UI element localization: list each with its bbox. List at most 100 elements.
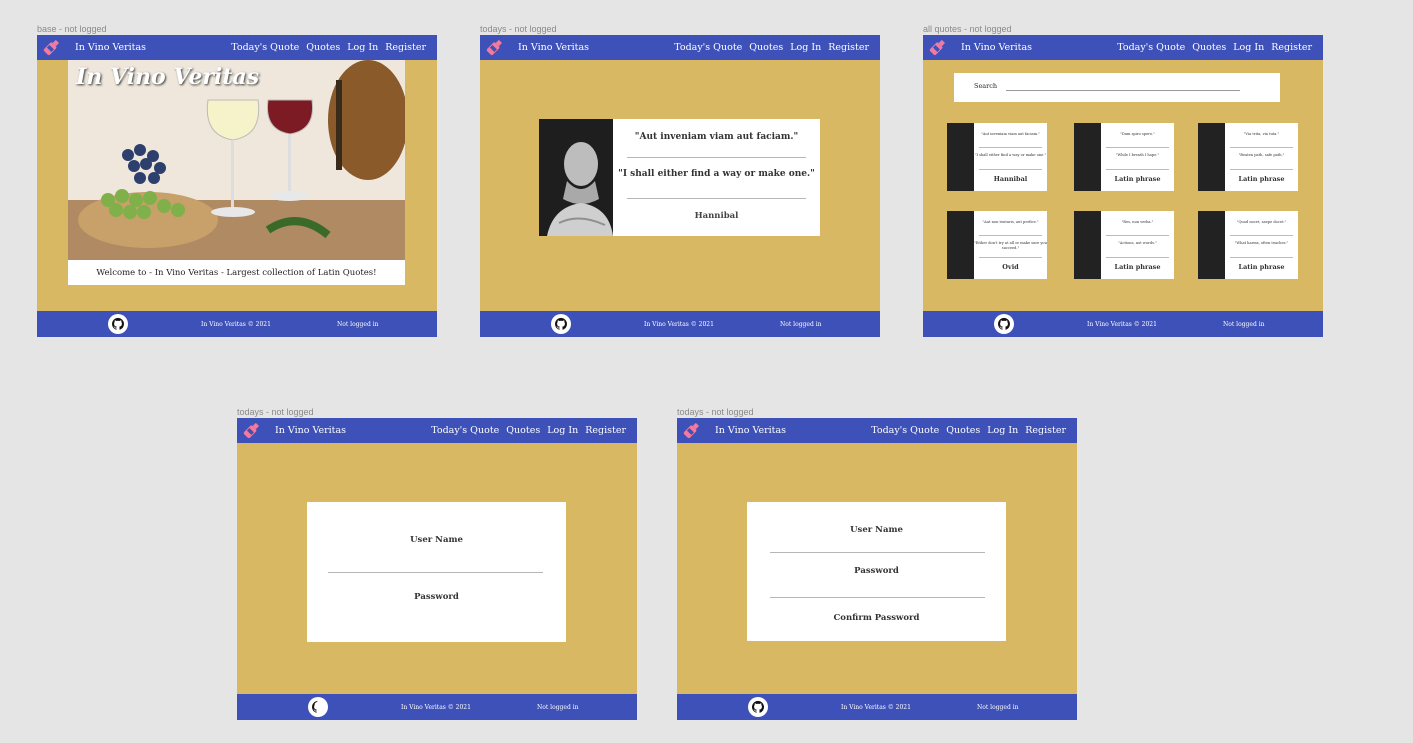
nav-quotes[interactable]: Quotes xyxy=(1192,42,1226,53)
wine-bottle-logo-icon[interactable] xyxy=(243,421,261,440)
wine-bottle-logo-icon[interactable] xyxy=(683,421,701,440)
footer-login-status: Not logged in xyxy=(337,321,379,328)
footer-login-status: Not logged in xyxy=(537,704,579,711)
quote-card-mini[interactable]: "Aut inveniam viam aut faciam." "I shall… xyxy=(947,123,1047,191)
quote-latin: "Aut inveniam viam aut faciam." xyxy=(981,132,1040,136)
nav-todays-quote[interactable]: Today's Quote xyxy=(231,42,299,53)
nav-register[interactable]: Register xyxy=(1025,425,1066,436)
github-icon[interactable] xyxy=(748,697,768,717)
confirm-password-field[interactable]: Confirm Password xyxy=(747,613,1006,623)
frame-label-login: todays - not logged xyxy=(237,407,314,417)
nav-bar: In Vino Veritas Today's Quote Quotes Log… xyxy=(677,418,1077,443)
quote-author: Ovid xyxy=(1002,263,1019,271)
username-field[interactable]: User Name xyxy=(307,535,566,545)
nav-links: Today's Quote Quotes Log In Register xyxy=(231,42,426,53)
password-field[interactable]: Password xyxy=(747,566,1006,576)
nav-quotes[interactable]: Quotes xyxy=(749,42,783,53)
nav-register[interactable]: Register xyxy=(585,425,626,436)
search-box[interactable]: Search xyxy=(954,73,1280,102)
footer-login-status: Not logged in xyxy=(780,321,822,328)
quote-card-mini[interactable]: "Quod nocet, saepe docet." "What harms, … xyxy=(1198,211,1298,279)
quote-latin: "Dum spiro spero." xyxy=(1120,132,1155,136)
nav-todays-quote[interactable]: Today's Quote xyxy=(674,42,742,53)
hero-image: In Vino Veritas xyxy=(68,60,405,260)
username-field[interactable]: User Name xyxy=(747,525,1006,535)
brand-link[interactable]: In Vino Veritas xyxy=(518,42,589,53)
quote-latin: "Res, non verba." xyxy=(1121,220,1154,224)
frame-base: In Vino Veritas Today's Quote Quotes Log… xyxy=(37,35,437,337)
brand-link[interactable]: In Vino Veritas xyxy=(75,42,146,53)
nav-log-in[interactable]: Log In xyxy=(547,425,578,436)
footer: In Vino Veritas © 2021 Not logged in xyxy=(677,694,1077,720)
github-icon[interactable] xyxy=(108,314,128,334)
nav-register[interactable]: Register xyxy=(385,42,426,53)
nav-log-in[interactable]: Log In xyxy=(790,42,821,53)
quote-latin: "Quod nocet, saepe docet." xyxy=(1236,220,1287,224)
github-icon[interactable] xyxy=(551,314,571,334)
wine-bottle-logo-icon[interactable] xyxy=(486,38,504,57)
github-icon[interactable] xyxy=(308,697,328,717)
bust-image xyxy=(1198,123,1225,191)
nav-todays-quote[interactable]: Today's Quote xyxy=(871,425,939,436)
password-field[interactable]: Password xyxy=(307,592,566,602)
welcome-caption: Welcome to - In Vino Veritas - Largest c… xyxy=(68,260,405,285)
quote-card-mini[interactable]: "Aut non tentaris, aut perfice." "Either… xyxy=(947,211,1047,279)
quote-english: "I shall either find a way or make one." xyxy=(974,153,1047,157)
nav-links: Today's Quote Quotes Log In Register xyxy=(674,42,869,53)
divider xyxy=(1106,235,1169,236)
nav-bar: In Vino Veritas Today's Quote Quotes Log… xyxy=(923,35,1323,60)
nav-quotes[interactable]: Quotes xyxy=(946,425,980,436)
quote-card-mini[interactable]: "Res, non verba." "Actions, not words." … xyxy=(1074,211,1174,279)
nav-links: Today's Quote Quotes Log In Register xyxy=(871,425,1066,436)
footer-copyright: In Vino Veritas © 2021 xyxy=(841,704,911,711)
quote-english: "While I breath I hope." xyxy=(1115,153,1160,157)
divider xyxy=(770,552,985,553)
divider xyxy=(979,147,1042,148)
nav-todays-quote[interactable]: Today's Quote xyxy=(1117,42,1185,53)
footer: In Vino Veritas © 2021 Not logged in xyxy=(237,694,637,720)
nav-quotes[interactable]: Quotes xyxy=(306,42,340,53)
hannibal-bust-image xyxy=(539,119,613,236)
quote-card-mini[interactable]: "Dum spiro spero." "While I breath I hop… xyxy=(1074,123,1174,191)
nav-log-in[interactable]: Log In xyxy=(1233,42,1264,53)
quote-latin: "Via trita, via tuta." xyxy=(1243,132,1280,136)
search-input[interactable] xyxy=(1006,90,1240,91)
frame-register: In Vino Veritas Today's Quote Quotes Log… xyxy=(677,418,1077,720)
quote-english: "Either don't try at all or make sure yo… xyxy=(974,241,1047,250)
nav-quotes[interactable]: Quotes xyxy=(506,425,540,436)
nav-register[interactable]: Register xyxy=(1271,42,1312,53)
nav-log-in[interactable]: Log In xyxy=(987,425,1018,436)
divider xyxy=(1230,257,1293,258)
divider xyxy=(979,169,1042,170)
divider xyxy=(770,597,985,598)
quote-author: Latin phrase xyxy=(1238,263,1285,271)
nav-bar: In Vino Veritas Today's Quote Quotes Log… xyxy=(37,35,437,60)
quote-english: "I shall either find a way or make one." xyxy=(618,169,815,179)
nav-todays-quote[interactable]: Today's Quote xyxy=(431,425,499,436)
brand-link[interactable]: In Vino Veritas xyxy=(715,425,786,436)
quote-latin: "Aut non tentaris, aut perfice." xyxy=(982,220,1039,224)
footer-login-status: Not logged in xyxy=(1223,321,1265,328)
github-icon[interactable] xyxy=(994,314,1014,334)
nav-log-in[interactable]: Log In xyxy=(347,42,378,53)
nav-links: Today's Quote Quotes Log In Register xyxy=(1117,42,1312,53)
quote-author: Hannibal xyxy=(694,211,739,221)
register-form: User Name Password Confirm Password xyxy=(747,502,1006,641)
brand-link[interactable]: In Vino Veritas xyxy=(275,425,346,436)
wine-bottle-logo-icon[interactable] xyxy=(929,38,947,57)
frame-label-register: todays - not logged xyxy=(677,407,754,417)
bust-image xyxy=(947,123,974,191)
frame-label-all-quotes: all quotes - not logged xyxy=(923,24,1012,34)
nav-links: Today's Quote Quotes Log In Register xyxy=(431,425,626,436)
brand-link[interactable]: In Vino Veritas xyxy=(961,42,1032,53)
bust-image xyxy=(1198,211,1225,279)
footer-copyright: In Vino Veritas © 2021 xyxy=(1087,321,1157,328)
wine-bottle-logo-icon[interactable] xyxy=(43,38,61,57)
nav-register[interactable]: Register xyxy=(828,42,869,53)
footer: In Vino Veritas © 2021 Not logged in xyxy=(480,311,880,337)
frame-label-todays: todays - not logged xyxy=(480,24,557,34)
quote-author: Latin phrase xyxy=(1238,175,1285,183)
nav-bar: In Vino Veritas Today's Quote Quotes Log… xyxy=(237,418,637,443)
frame-label-base: base - not logged xyxy=(37,24,107,34)
quote-card-mini[interactable]: "Via trita, via tuta." "Beaten path, saf… xyxy=(1198,123,1298,191)
